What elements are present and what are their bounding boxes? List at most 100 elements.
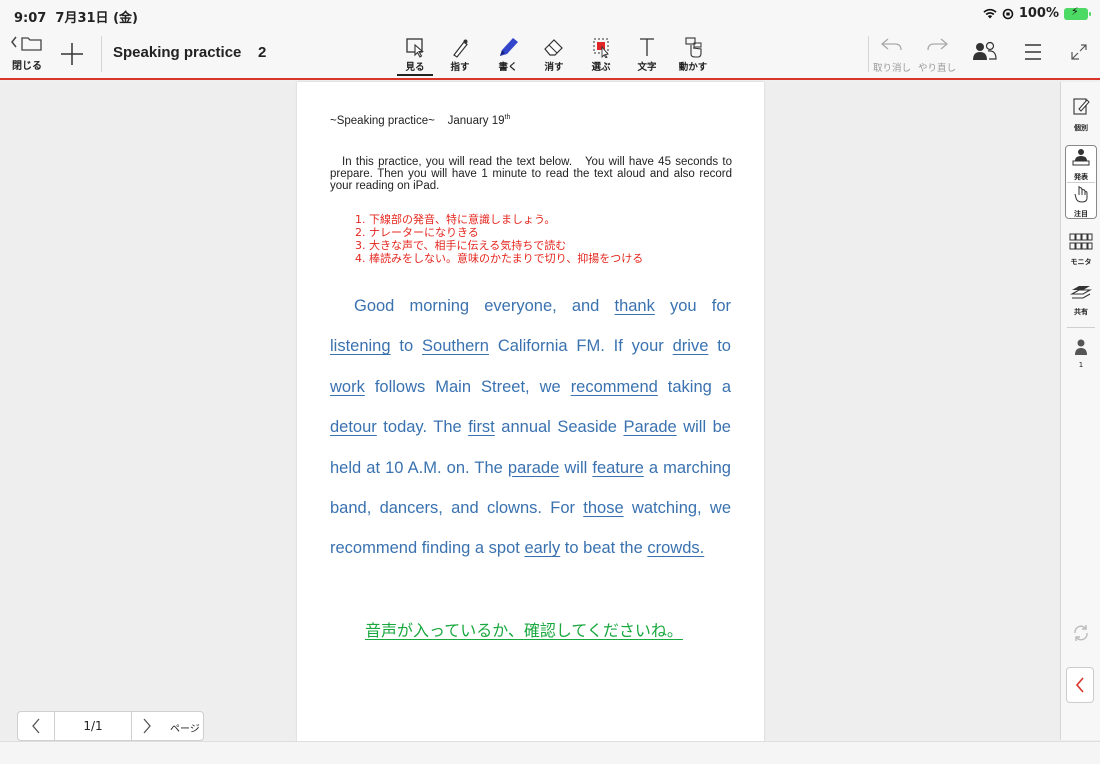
view-icon xyxy=(406,38,424,58)
underlined-word: those xyxy=(583,499,624,518)
add-page-button[interactable] xyxy=(58,40,86,68)
wifi-icon xyxy=(983,8,997,19)
rail-monitor[interactable]: モニタ xyxy=(1065,232,1097,267)
select-icon xyxy=(593,38,609,58)
underlined-word: parade xyxy=(507,458,560,477)
tool-write[interactable]: 書く xyxy=(490,36,526,76)
rail-share[interactable]: 共有 xyxy=(1065,282,1097,317)
point-item: 1. 下線部の発音、特に意識しましょう。 xyxy=(355,213,556,226)
underlined-word: early xyxy=(524,539,561,558)
reading-text: will xyxy=(559,458,593,477)
chevron-right-icon xyxy=(143,718,151,734)
back-folder-icon xyxy=(11,36,42,51)
blue-pen-icon xyxy=(500,38,518,56)
tool-erase-label: 消す xyxy=(544,62,564,73)
underlined-word: feature xyxy=(592,458,644,477)
monitor-grid-icon xyxy=(1069,233,1093,250)
reading-text: follows Main Street, we xyxy=(364,377,571,396)
redo-label: やり直し xyxy=(917,63,956,74)
user-icon xyxy=(1075,339,1087,355)
rail-individual[interactable]: 個別 xyxy=(1065,96,1097,133)
date-text: 7月31日 (金) xyxy=(55,11,138,26)
handwritten-note: 音声が入っているか、確認してくださいね。 xyxy=(365,621,683,640)
tool-point-label: 指す xyxy=(450,62,470,73)
expand-button[interactable] xyxy=(1066,42,1092,66)
underlined-word: first xyxy=(468,418,495,437)
battery-percent: 100% xyxy=(1018,6,1059,21)
doc-header-sup: th xyxy=(504,114,511,121)
reading-text: to xyxy=(708,337,731,356)
tool-view[interactable]: 見る xyxy=(397,36,433,76)
redo-button[interactable]: やり直し xyxy=(915,36,959,74)
rail-present-label: 発表 xyxy=(1074,173,1088,181)
undo-button[interactable]: 取り消し xyxy=(870,36,914,74)
plus-icon xyxy=(61,43,83,65)
rail-divider xyxy=(1067,327,1095,328)
tool-select[interactable]: 選ぶ xyxy=(583,36,619,76)
sync-icon xyxy=(1074,625,1088,641)
chevron-left-icon xyxy=(32,718,40,734)
toolbar-divider xyxy=(101,36,102,72)
point-item: 3. 大きな声で、相手に伝える気持ちで読む xyxy=(355,239,567,252)
chevron-left-icon xyxy=(1075,677,1084,693)
orientation-lock-icon xyxy=(1002,8,1014,19)
participants-button[interactable] xyxy=(970,40,1000,68)
user-count: 1 xyxy=(1078,361,1084,369)
tool-move[interactable]: 動かす xyxy=(675,36,711,76)
underlined-word: Southern xyxy=(422,337,489,356)
tool-select-label: 選ぶ xyxy=(591,62,611,73)
underlined-word: drive xyxy=(672,337,709,356)
status-indicators: 100% ⚡ xyxy=(983,5,1091,21)
point-item: 2. ナレーターになりきる xyxy=(355,226,479,239)
tool-view-label: 見る xyxy=(397,59,433,76)
text-icon xyxy=(640,38,654,56)
next-page-button[interactable] xyxy=(131,712,159,740)
tool-erase[interactable]: 消す xyxy=(536,36,572,76)
document-page[interactable]: ~Speaking practice~ January 19th In this… xyxy=(297,82,764,742)
reading-text: Good morning everyone, and xyxy=(354,297,615,315)
collapse-rail-button[interactable] xyxy=(1066,667,1094,703)
underlined-word: Parade xyxy=(623,418,677,437)
underlined-word: detour xyxy=(330,418,377,437)
underlined-word: thank xyxy=(614,297,655,315)
rail-individual-label: 個別 xyxy=(1074,124,1088,132)
toolbar-divider-right xyxy=(868,36,869,72)
close-button[interactable]: 閉じる xyxy=(8,34,46,74)
menu-button[interactable] xyxy=(1020,42,1046,66)
underlined-word: recommend xyxy=(570,377,658,396)
doc-instructions: In this practice, you will read the text… xyxy=(330,156,732,192)
underlined-word: crowds. xyxy=(647,539,705,558)
rail-users[interactable]: 1 xyxy=(1065,338,1097,369)
rail-attention[interactable]: 注目 xyxy=(1065,184,1097,219)
reading-passage: Good morning everyone, and thank you for… xyxy=(330,286,731,569)
pronunciation-points: 1. 下線部の発音、特に意識しましょう。 2. ナレーターになりきる 3. 大き… xyxy=(355,213,643,265)
rail-share-label: 共有 xyxy=(1074,308,1088,316)
tool-move-label: 動かす xyxy=(678,62,708,73)
rail-group-divider xyxy=(1067,182,1095,183)
share-layers-icon xyxy=(1069,286,1093,299)
point-item: 4. 棒読みをしない。意味のかたまりで切り、抑揚をつける xyxy=(355,252,644,265)
tool-point[interactable]: 指す xyxy=(442,36,478,76)
right-rail: 個別 発表 注目 モニタ 共有 1 xyxy=(1060,82,1100,740)
presenter-icon xyxy=(1072,149,1090,166)
page-number: 1/1 xyxy=(83,719,103,733)
doc-header: ~Speaking practice~ January 19th xyxy=(330,114,510,127)
rail-attention-label: 注目 xyxy=(1074,210,1088,218)
rail-present[interactable]: 発表 xyxy=(1065,147,1097,182)
reading-text: you for xyxy=(654,297,731,315)
doc-header-text: ~Speaking practice~ January 19 xyxy=(330,114,505,127)
tool-text[interactable]: 文字 xyxy=(629,36,665,76)
sync-button[interactable] xyxy=(1065,622,1097,648)
notebook-title: Speaking practice 2 xyxy=(113,44,267,61)
battery-icon: ⚡ xyxy=(1064,5,1091,20)
menu-icon xyxy=(1025,44,1041,60)
reading-text: to beat the xyxy=(560,539,648,558)
underlined-word: work xyxy=(330,377,365,396)
prev-page-button[interactable] xyxy=(18,712,55,740)
move-hand-icon xyxy=(685,37,702,58)
toolbar: 閉じる Speaking practice 2 見る 指す 書く 消す 選ぶ 文… xyxy=(0,30,1100,80)
tool-write-label: 書く xyxy=(498,62,518,73)
page-label: ページ xyxy=(170,724,200,735)
hand-raise-icon xyxy=(1074,186,1088,203)
tool-text-label: 文字 xyxy=(637,62,657,73)
